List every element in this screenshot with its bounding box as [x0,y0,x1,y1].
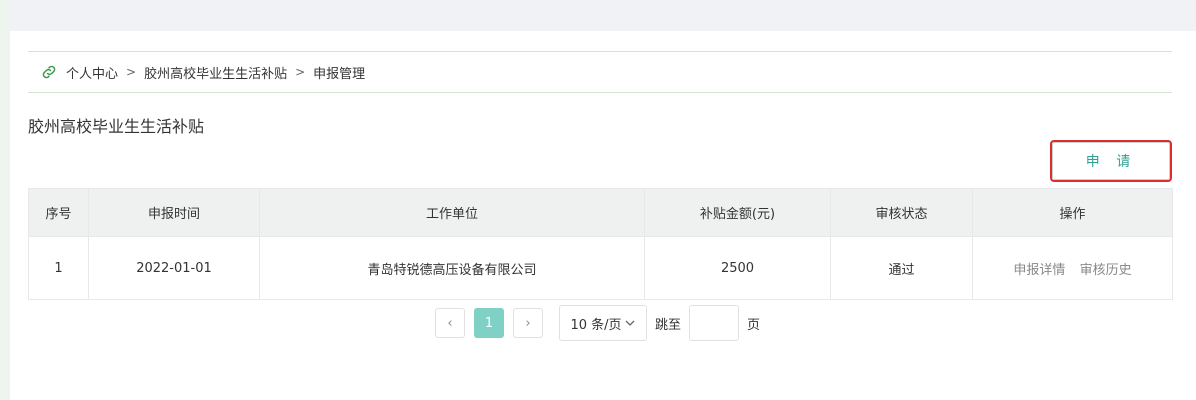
cell-amount: 2500 [644,236,831,300]
prev-page-button[interactable]: ‹ [435,308,465,338]
header-status: 审核状态 [830,188,973,237]
next-page-button[interactable]: › [513,308,543,338]
cell-status: 通过 [830,236,973,300]
chevron-right-icon: › [525,315,531,331]
header-amount: 补贴金额(元) [644,188,831,237]
review-history-link[interactable]: 审核历史 [1080,263,1132,278]
view-details-link[interactable]: 申报详情 [1013,263,1065,278]
cell-employer: 青岛特锐德高压设备有限公司 [259,236,645,300]
breadcrumb: 个人中心 > 胶州高校毕业生生活补贴 > 申报管理 [28,51,1172,93]
chevron-down-icon [625,320,634,326]
breadcrumb-separator: > [126,65,137,79]
apply-button[interactable]: 申 请 [1050,140,1172,182]
cell-actions: 申报详情 审核历史 [972,236,1173,300]
table-row: 1 2022-01-01 青岛特锐德高压设备有限公司 2500 通过 申报详情 … [28,236,1173,300]
header-date: 申报时间 [88,188,260,237]
declaration-table: 序号 申报时间 工作单位 补贴金额(元) 审核状态 操作 1 2022-01-0… [28,188,1173,300]
pagination: ‹ 1 › 10 条/页 跳至 页 [435,305,761,341]
jump-label: 跳至 [655,317,682,333]
link-icon [42,65,56,79]
header-employer: 工作单位 [259,188,645,237]
page-number-button[interactable]: 1 [474,308,504,338]
breadcrumb-item-declaration-management: 申报管理 [313,66,366,82]
breadcrumb-item-personal-center[interactable]: 个人中心 [66,63,118,82]
left-sidebar-edge [0,0,10,400]
header-actions: 操作 [972,188,1173,237]
cell-date: 2022-01-01 [88,236,260,300]
content-card: 个人中心 > 胶州高校毕业生生活补贴 > 申报管理 胶州高校毕业生生活补贴 申 … [10,31,1196,400]
jump-page-input[interactable] [689,305,740,341]
table-header-row: 序号 申报时间 工作单位 补贴金额(元) 审核状态 操作 [28,188,1173,237]
page-size-select[interactable]: 10 条/页 [559,305,647,341]
page-size-value: 10 条/页 [570,317,622,333]
header-index: 序号 [28,188,89,237]
page-suffix-label: 页 [747,317,761,333]
cell-index: 1 [28,236,89,300]
breadcrumb-separator: > [295,65,306,79]
chevron-left-icon: ‹ [447,315,453,331]
breadcrumb-item-subsidy[interactable]: 胶州高校毕业生生活补贴 [144,63,287,82]
page-title: 胶州高校毕业生生活补贴 [28,117,205,136]
